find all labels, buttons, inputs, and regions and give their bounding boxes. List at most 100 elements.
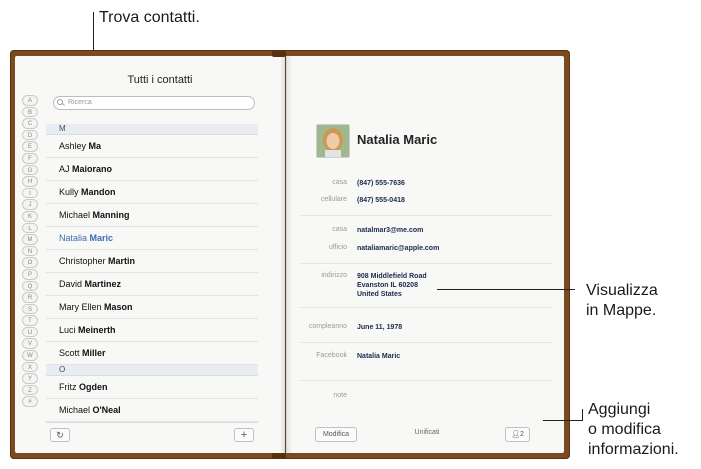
index-letter[interactable]: H xyxy=(22,176,38,187)
index-letter[interactable]: I xyxy=(22,187,38,199)
contact-photo[interactable] xyxy=(316,124,350,158)
index-letter[interactable]: M xyxy=(22,234,38,245)
divider xyxy=(300,380,552,381)
index-letter[interactable]: T xyxy=(22,315,38,326)
contact-row[interactable]: Christopher Martin xyxy=(46,250,258,273)
first-name: Ashley xyxy=(59,141,87,151)
person-icon: 👤︎ xyxy=(511,431,520,438)
contact-row[interactable]: Luci Meinerth xyxy=(46,319,258,342)
first-name: Natalia xyxy=(59,233,88,243)
index-letter[interactable]: J xyxy=(22,199,38,210)
edit-button[interactable]: Modifica xyxy=(315,427,357,442)
callout-view-in-maps: Visualizza in Mappe. xyxy=(586,281,658,321)
address-line: 908 Middlefield Road xyxy=(357,273,427,280)
last-name: Miller xyxy=(82,348,106,358)
index-letter[interactable]: B xyxy=(22,106,38,118)
list-title: Tutti i contatti xyxy=(127,74,193,86)
last-name: O'Neal xyxy=(92,405,121,415)
contact-name: Natalia Maric xyxy=(357,132,438,147)
index-letter[interactable]: E xyxy=(22,141,38,152)
callout-text: Aggiungi xyxy=(588,401,651,418)
contact-row[interactable]: Kully Mandon xyxy=(46,181,258,204)
contact-row[interactable]: AJ Maiorano xyxy=(46,158,258,181)
birthday-label: compleanno xyxy=(308,323,347,330)
top-clip xyxy=(272,51,286,57)
first-name: Luci xyxy=(59,325,76,335)
contact-row[interactable]: Fritz Ogden xyxy=(46,376,258,399)
index-letter[interactable]: Y xyxy=(22,373,38,384)
birthday-value: June 11, 1978 xyxy=(357,324,403,331)
last-name: Manning xyxy=(92,210,130,220)
alphabet-index[interactable]: A B C D E F G H I J K L M N O P Q R S T U V W X Y Z # xyxy=(22,95,38,408)
divider xyxy=(300,215,552,216)
index-letter[interactable]: F xyxy=(22,152,38,164)
index-letter[interactable]: C xyxy=(22,118,38,129)
callout-text: in Mappe. xyxy=(586,302,657,319)
index-letter[interactable]: Z xyxy=(22,384,38,396)
last-name: Ma xyxy=(88,141,102,151)
linked-count: 2 xyxy=(519,431,524,438)
last-name: Meinerth xyxy=(78,325,116,335)
bottom-clip xyxy=(272,453,286,459)
email-home-label: casa xyxy=(332,226,347,233)
index-letter[interactable]: A xyxy=(22,95,38,106)
phone-cell-value[interactable]: (847) 555-0418 xyxy=(357,196,405,205)
index-letter[interactable]: K xyxy=(22,210,38,222)
last-name: Maric xyxy=(89,233,114,243)
list-toolbar: ↻ + xyxy=(46,422,258,445)
address-value[interactable]: 908 Middlefield Road Evanston IL 60208 U… xyxy=(357,272,427,299)
index-letter[interactable]: W xyxy=(22,350,38,361)
index-letter[interactable]: L xyxy=(22,222,38,234)
first-name: Mary Ellen xyxy=(59,302,102,312)
email-home-value[interactable]: natalmar3@me.com xyxy=(357,226,423,235)
address-line: Evanston IL 60208 xyxy=(357,282,418,289)
contact-row[interactable]: Mary Ellen Mason xyxy=(46,296,258,319)
callout-edit-info: Aggiungi o modifica informazioni. xyxy=(588,400,679,460)
last-name: Martin xyxy=(108,256,136,266)
email-work-value[interactable]: nataliamaric@apple.com xyxy=(357,244,439,253)
last-name: Martinez xyxy=(84,279,122,289)
callout-text: o modifica xyxy=(588,421,661,438)
index-letter[interactable]: G xyxy=(22,164,38,176)
index-letter[interactable]: # xyxy=(22,396,38,408)
index-letter[interactable]: S xyxy=(22,303,38,315)
callout-text: Visualizza xyxy=(586,282,658,299)
callout-line-edit xyxy=(543,420,583,421)
address-line: United States xyxy=(357,291,402,298)
address-label: indirizzo xyxy=(321,272,347,279)
section-header: O xyxy=(46,365,258,376)
divider xyxy=(300,263,552,264)
contact-row[interactable]: Ashley Ma xyxy=(46,135,258,158)
index-letter[interactable]: V xyxy=(22,338,38,350)
last-name: Mandon xyxy=(81,187,116,197)
contact-row[interactable]: Michael O'Neal xyxy=(46,399,258,422)
add-contact-button[interactable]: + xyxy=(234,428,254,442)
contact-row[interactable]: Natalia Maric xyxy=(46,227,258,250)
refresh-icon[interactable]: ↻ xyxy=(50,428,70,442)
phone-home-label: casa xyxy=(332,179,347,186)
index-letter[interactable]: P xyxy=(22,268,38,280)
index-letter[interactable]: X xyxy=(22,361,38,373)
index-letter[interactable]: Q xyxy=(22,280,38,292)
contact-row[interactable]: Michael Manning xyxy=(46,204,258,227)
callout-line-edit xyxy=(582,409,583,421)
contact-list: M Ashley Ma AJ Maiorano Kully Mandon Michael… xyxy=(46,124,258,422)
unified-label: Unificati xyxy=(414,429,440,436)
linked-cards-button[interactable]: 👤︎2 xyxy=(505,427,530,442)
index-letter[interactable]: D xyxy=(22,129,38,141)
divider xyxy=(300,307,552,308)
search-input[interactable]: Ricerca xyxy=(53,96,255,110)
detail-toolbar: Modifica Unificati 👤︎2 xyxy=(315,423,543,445)
index-letter[interactable]: U xyxy=(22,326,38,338)
last-name: Mason xyxy=(104,302,133,312)
first-name: Christopher xyxy=(59,256,106,266)
index-letter[interactable]: N xyxy=(22,245,38,257)
index-letter[interactable]: O xyxy=(22,257,38,268)
first-name: AJ xyxy=(59,164,70,174)
contact-row[interactable]: David Martinez xyxy=(46,273,258,296)
index-letter[interactable]: R xyxy=(22,292,38,303)
phone-home-value[interactable]: (847) 555-7636 xyxy=(357,179,405,188)
first-name: Fritz xyxy=(59,382,77,392)
facebook-value[interactable]: Natalia Maric xyxy=(357,352,400,361)
contact-row[interactable]: Scott Miller xyxy=(46,342,258,365)
